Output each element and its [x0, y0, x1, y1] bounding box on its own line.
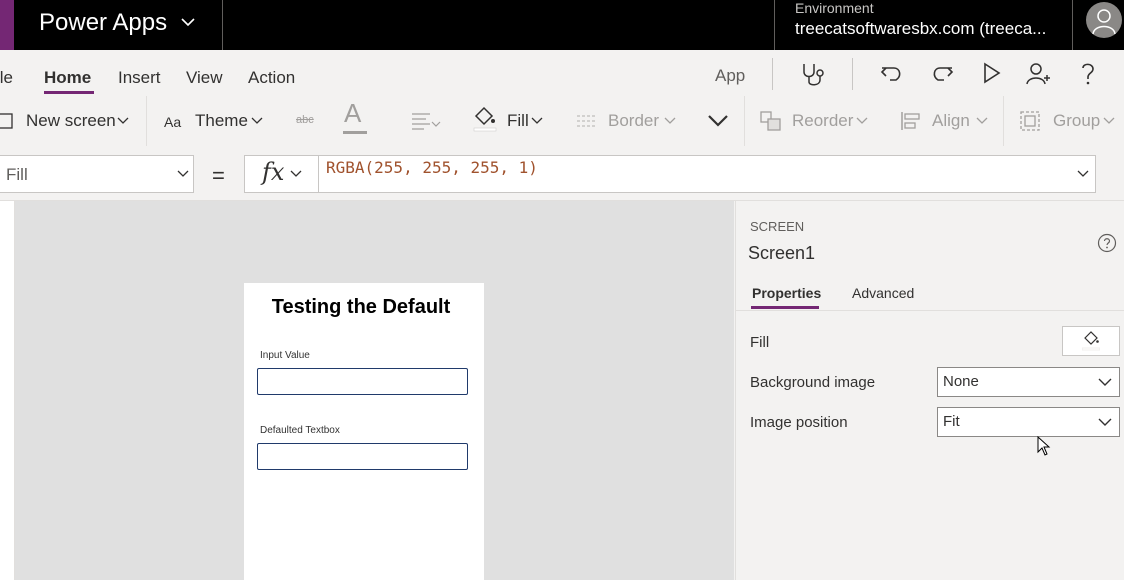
play-icon[interactable] [978, 60, 1006, 88]
equals-sign: = [212, 163, 225, 188]
divider [736, 310, 1124, 311]
app-title[interactable]: Power Apps [39, 9, 167, 37]
divider [774, 0, 775, 50]
property-dropdown[interactable] [0, 155, 194, 193]
mouse-cursor-icon [1037, 436, 1051, 456]
divider [1072, 0, 1073, 50]
defaulted-textbox[interactable] [257, 443, 468, 470]
active-tab-indicator [44, 91, 94, 94]
input-value-label[interactable]: Input Value [260, 350, 310, 361]
divider [1003, 96, 1004, 146]
undo-icon[interactable] [878, 60, 906, 88]
chevron-down-icon [251, 117, 263, 124]
chevron-down-icon [117, 117, 129, 124]
background-image-value: None [943, 373, 979, 390]
defaulted-textbox-label[interactable]: Defaulted Textbox [260, 425, 340, 436]
chevron-down-icon [1098, 378, 1112, 386]
divider [852, 58, 853, 90]
group-icon [1020, 111, 1040, 131]
chevron-down-icon [177, 170, 189, 177]
chevron-down-icon[interactable] [180, 16, 196, 28]
fx-icon: fx [262, 158, 285, 186]
fill-bucket-icon [473, 106, 497, 132]
user-icon [1092, 9, 1116, 35]
divider [222, 0, 223, 50]
align-button[interactable]: Align [932, 111, 970, 131]
tab-advanced[interactable]: Advanced [852, 285, 914, 301]
theme-button[interactable]: Theme [195, 111, 248, 131]
divider [772, 58, 773, 90]
fill-button[interactable]: Fill [507, 111, 529, 131]
divider [146, 96, 147, 146]
app-button[interactable]: App [715, 66, 745, 86]
help-icon[interactable] [1074, 60, 1102, 88]
image-position-dropdown[interactable] [937, 407, 1120, 437]
redo-icon[interactable] [928, 60, 956, 88]
tab-file[interactable]: ile [0, 68, 13, 88]
border-button[interactable]: Border [608, 111, 659, 131]
tree-view-collapsed[interactable] [0, 201, 15, 580]
environment-label: Environment [795, 0, 874, 16]
chevron-down-icon [531, 117, 543, 124]
accent-strip [0, 0, 14, 50]
chevron-down-icon [1103, 117, 1115, 124]
screen-title-label[interactable]: Testing the Default [244, 296, 478, 319]
formula-text: RGBA(255, 255, 255, 1) [326, 158, 538, 177]
image-position-label: Image position [750, 414, 848, 431]
selected-kind-label: SCREEN [750, 219, 805, 234]
new-screen-icon [0, 113, 13, 129]
tab-insert[interactable]: Insert [118, 68, 161, 88]
group-button[interactable]: Group [1053, 111, 1100, 131]
tab-view[interactable]: View [186, 68, 223, 88]
align-icon [901, 112, 920, 130]
environment-picker[interactable]: treecatsoftwaresbx.com (treeca... [795, 19, 1046, 39]
image-position-value: Fit [943, 413, 960, 430]
reorder-icon [760, 111, 781, 131]
property-value: Fill [6, 165, 28, 184]
chevron-down-icon [856, 117, 868, 124]
fill-property-label: Fill [750, 334, 770, 351]
chevron-down-icon [290, 170, 302, 177]
fill-bucket-icon [1082, 331, 1100, 351]
help-circle-icon[interactable] [1097, 233, 1117, 253]
expand-formula-icon[interactable] [1076, 168, 1090, 180]
font-color-swatch [343, 131, 367, 134]
selected-name[interactable]: Screen1 [748, 243, 815, 264]
share-user-icon[interactable] [1024, 60, 1052, 88]
reorder-button[interactable]: Reorder [792, 111, 853, 131]
chevron-down-icon [976, 117, 988, 124]
chevron-down-icon [1098, 418, 1112, 426]
input-value-textbox[interactable] [257, 368, 468, 395]
tab-home[interactable]: Home [44, 68, 91, 88]
border-icon [577, 115, 597, 127]
new-screen-button[interactable]: New screen [26, 111, 116, 131]
app-checker-icon[interactable] [800, 60, 828, 88]
tab-action[interactable]: Action [248, 68, 295, 88]
active-tab-indicator [751, 306, 819, 309]
font-color-icon[interactable]: A [344, 98, 361, 129]
divider [744, 96, 745, 146]
theme-icon: Aa [164, 114, 182, 130]
background-image-label: Background image [750, 374, 876, 391]
chevron-down-icon [664, 117, 676, 124]
tab-properties[interactable]: Properties [752, 285, 821, 301]
text-align-icon[interactable] [410, 110, 444, 132]
more-chevron-icon[interactable] [706, 112, 730, 130]
strikethrough-button[interactable]: abc [296, 114, 314, 126]
